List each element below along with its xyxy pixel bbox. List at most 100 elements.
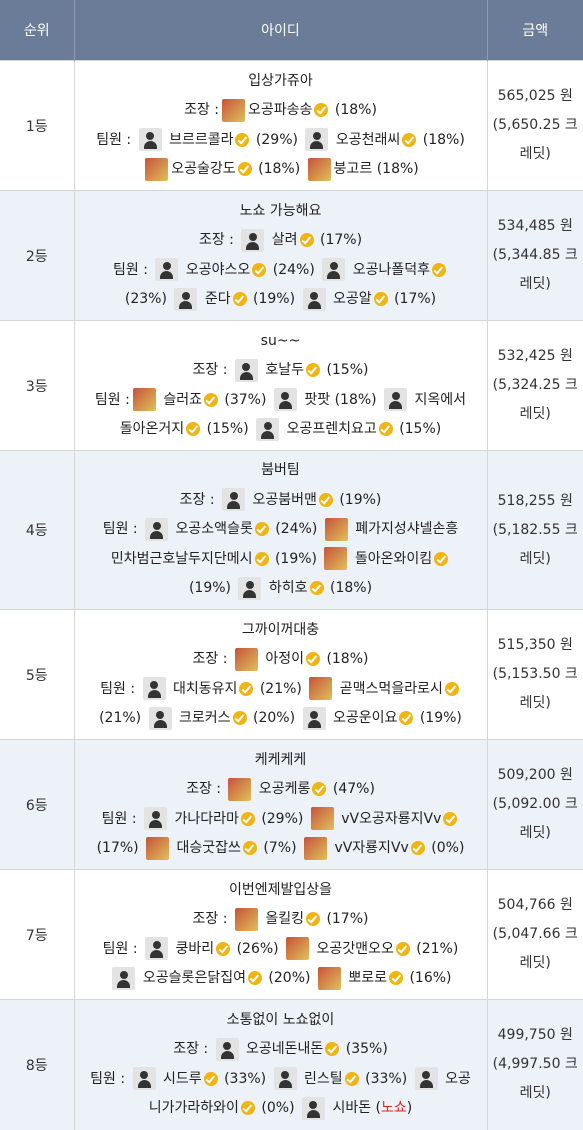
captain-name[interactable]: 오공케롱	[259, 781, 311, 797]
amount-cell: 534,485 원 (5,344.85 크 레딧)	[487, 191, 583, 321]
member-name[interactable]: 준다	[205, 291, 231, 307]
member-name[interactable]: 대승굿잡쓰	[177, 840, 241, 856]
avatar	[146, 837, 169, 860]
captain-name[interactable]: 올킬킹	[265, 911, 304, 927]
member-name[interactable]: 시드루	[163, 1071, 202, 1087]
verified-badge-icon	[443, 812, 457, 826]
team-cell: 소통없이 노쇼없이 조장 : 오공네돈내돈 (35%) 팀원 : 시드루 (33…	[74, 1000, 487, 1130]
member-name[interactable]: 니가가라하와이	[149, 1100, 239, 1116]
share-percent: (18%)	[326, 651, 368, 667]
rank-cell: 4등	[0, 451, 74, 610]
share-percent: (18%)	[377, 161, 419, 177]
share-percent: (18%)	[335, 392, 377, 408]
member-name[interactable]: 시바돈	[332, 1100, 371, 1116]
member-name[interactable]: 오공알	[333, 291, 372, 307]
members-label: 팀원 :	[102, 811, 137, 827]
captain-name[interactable]: 오공파송송	[248, 102, 312, 118]
member-name[interactable]: 오공술강도	[171, 161, 235, 177]
share-percent: (17%)	[394, 291, 436, 307]
team-name: 노쇼 가능해요	[240, 203, 322, 219]
member-name[interactable]: 오공갓맨오오	[317, 941, 394, 957]
person-icon	[274, 388, 297, 411]
member-name[interactable]: 대치동유지	[173, 681, 237, 697]
member-name[interactable]: 크로커스	[179, 710, 231, 726]
share-percent: (35%)	[346, 1041, 388, 1057]
member-name[interactable]: 오공나폴덕후	[353, 262, 430, 278]
avatar	[308, 158, 331, 181]
person-icon	[112, 967, 135, 990]
id-header: 아이디	[74, 0, 487, 61]
captain-name[interactable]: 오공네돈내돈	[246, 1041, 323, 1057]
members-label: 팀원 :	[113, 262, 148, 278]
verified-badge-icon	[314, 103, 328, 117]
member-name[interactable]: 폐가지성샤넬손흥	[355, 521, 458, 537]
amount-cell: 509,200 원 (5,092.00 크 레딧)	[487, 740, 583, 870]
member-name[interactable]: 돌아온와이킴	[355, 551, 432, 567]
team-cell: 노쇼 가능해요 조장 : 살려 (17%) 팀원 : 오공야스오 (24%) 오…	[74, 191, 487, 321]
member-name[interactable]: 가나다라마	[174, 811, 238, 827]
members-label: 팀원 :	[103, 941, 138, 957]
avatar	[222, 99, 245, 122]
person-icon	[303, 707, 326, 730]
verified-badge-icon	[300, 233, 314, 247]
rank-cell: 6등	[0, 740, 74, 870]
verified-badge-icon	[306, 363, 320, 377]
verified-badge-icon	[204, 1072, 218, 1086]
person-icon	[274, 1067, 297, 1090]
amount-won: 515,350 원	[488, 631, 583, 660]
member-name[interactable]: 오공천래씨	[336, 132, 400, 148]
person-icon	[322, 258, 345, 281]
member-name[interactable]: 오공슬롯은닭집여	[143, 970, 246, 986]
member-name[interactable]: 오공운이요	[333, 710, 397, 726]
table-row: 8등 소통없이 노쇼없이 조장 : 오공네돈내돈 (35%) 팀원 : 시드루 …	[0, 1000, 583, 1130]
captain-name[interactable]: 살려	[272, 232, 298, 248]
member-name[interactable]: 쿵바리	[176, 941, 215, 957]
member-name[interactable]: 린스틸	[304, 1071, 343, 1087]
member-name[interactable]: 오공프렌치요고	[287, 421, 377, 437]
member-name[interactable]: 오공	[445, 1071, 471, 1087]
captain-label: 조장 :	[199, 232, 234, 248]
person-icon	[235, 359, 258, 382]
share-percent: (29%)	[256, 132, 298, 148]
member-name[interactable]: 슬러죠	[163, 392, 202, 408]
member-name[interactable]: 민차범근호날두지단메시	[111, 551, 253, 567]
member-name[interactable]: 곧맥스먹을라로시	[340, 681, 443, 697]
amount-credit-unit: 레딧)	[488, 949, 583, 978]
share-percent: (18%)	[335, 102, 377, 118]
rank-cell: 3등	[0, 321, 74, 451]
verified-badge-icon	[319, 493, 333, 507]
member-name[interactable]: 하히호	[269, 580, 308, 596]
member-name[interactable]: 뽀로로	[348, 970, 387, 986]
captain-name[interactable]: 호날두	[265, 362, 304, 378]
verified-badge-icon	[411, 841, 425, 855]
member-name[interactable]: 오공소액슬롯	[176, 521, 253, 537]
captain-name[interactable]: 아정이	[265, 651, 304, 667]
member-name[interactable]: 지옥에서	[415, 392, 467, 408]
member-name[interactable]: 팟팟	[304, 392, 330, 408]
member-name[interactable]: 오공야스오	[186, 262, 250, 278]
share-percent: (19%)	[339, 492, 381, 508]
verified-badge-icon	[432, 263, 446, 277]
share-percent: (33%)	[224, 1071, 266, 1087]
share-percent: (18%)	[423, 132, 465, 148]
amount-won: 534,485 원	[488, 212, 583, 241]
verified-badge-icon	[445, 682, 459, 696]
team-name: su~~	[261, 333, 301, 349]
team-name: 그까이꺼대충	[242, 622, 319, 638]
members-label: 팀원 :	[95, 392, 130, 408]
amount-credit: (5,092.00 크	[488, 790, 583, 819]
member-name[interactable]: 돌아온거지	[120, 421, 184, 437]
member-name[interactable]: vV오공자룡지Vv	[341, 811, 441, 827]
avatar	[311, 807, 334, 830]
member-name[interactable]: 브르르콜라	[169, 132, 233, 148]
avatar	[325, 518, 348, 541]
person-icon	[145, 937, 168, 960]
share-percent: (15%)	[399, 421, 441, 437]
captain-name[interactable]: 오공붐버맨	[252, 492, 316, 508]
member-name[interactable]: vV자룡지Vv	[334, 840, 408, 856]
members-label: 팀원 :	[90, 1071, 125, 1087]
verified-badge-icon	[396, 942, 410, 956]
captain-label: 조장 :	[173, 1041, 208, 1057]
avatar	[309, 677, 332, 700]
member-name[interactable]: 붕고르	[334, 161, 373, 177]
